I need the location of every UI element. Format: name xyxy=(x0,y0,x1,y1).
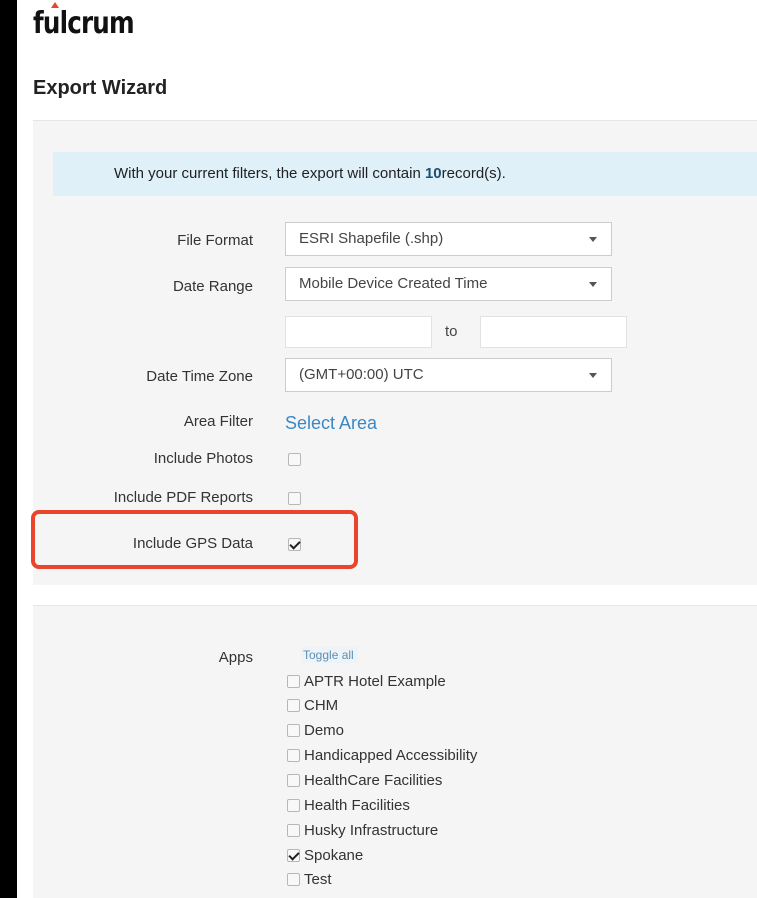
notice-prefix: With your current filters, the export wi… xyxy=(114,165,421,182)
include-photos-checkbox[interactable] xyxy=(288,453,301,466)
app-name: Husky Infrastructure xyxy=(304,822,439,839)
record-count-notice: With your current filters, the export wi… xyxy=(53,152,757,196)
app-checkbox[interactable] xyxy=(287,849,300,862)
select-area-link[interactable]: Select Area xyxy=(285,413,377,434)
file-format-label: File Format xyxy=(177,232,253,249)
app-checkbox[interactable] xyxy=(287,675,300,688)
app-checkbox[interactable] xyxy=(287,824,300,837)
chevron-down-icon xyxy=(589,282,597,287)
app-checkbox[interactable] xyxy=(287,873,300,886)
app-checkbox[interactable] xyxy=(287,774,300,787)
app-name: Handicapped Accessibility xyxy=(304,747,478,764)
time-zone-value: (GMT+00:00) UTC xyxy=(299,366,424,383)
fulcrum-logo[interactable]: fulcrum xyxy=(33,6,135,41)
export-wizard-page: fulcrum Export Wizard With your current … xyxy=(17,0,757,898)
logo-accent-icon xyxy=(51,2,59,8)
area-filter-label: Area Filter xyxy=(183,413,253,430)
chevron-down-icon xyxy=(589,373,597,378)
chevron-down-icon xyxy=(589,237,597,242)
notice-suffix: record(s). xyxy=(441,165,506,182)
app-checkbox[interactable] xyxy=(287,699,300,712)
gps-highlight-box xyxy=(31,510,358,569)
date-range-value: Mobile Device Created Time xyxy=(299,275,488,292)
date-from-input[interactable] xyxy=(285,316,432,348)
page-title: Export Wizard xyxy=(33,77,168,99)
include-pdf-checkbox[interactable] xyxy=(288,492,301,505)
app-name: APTR Hotel Example xyxy=(304,673,446,690)
record-count: 10 xyxy=(424,165,442,182)
file-format-value: ESRI Shapefile (.shp) xyxy=(299,230,444,247)
apps-label: Apps xyxy=(218,649,253,666)
app-name: Spokane xyxy=(304,847,364,864)
include-pdf-label: Include PDF Reports xyxy=(113,489,253,506)
date-range-select[interactable]: Mobile Device Created Time xyxy=(285,267,612,301)
date-to-input[interactable] xyxy=(480,316,627,348)
app-name: CHM xyxy=(304,697,339,714)
toggle-all-link[interactable]: Toggle all xyxy=(301,647,358,663)
app-name: HealthCare Facilities xyxy=(304,772,443,789)
app-name: Health Facilities xyxy=(304,797,410,814)
file-format-select[interactable]: ESRI Shapefile (.shp) xyxy=(285,222,612,256)
time-zone-select[interactable]: (GMT+00:00) UTC xyxy=(285,358,612,392)
time-zone-label: Date Time Zone xyxy=(146,368,253,385)
include-photos-label: Include Photos xyxy=(153,450,253,467)
app-name: Test xyxy=(304,871,332,888)
app-checkbox[interactable] xyxy=(287,724,300,737)
app-checkbox[interactable] xyxy=(287,749,300,762)
app-checkbox[interactable] xyxy=(287,799,300,812)
app-name: Demo xyxy=(304,722,345,739)
date-range-label: Date Range xyxy=(172,278,253,295)
date-to-label: to xyxy=(445,323,458,340)
